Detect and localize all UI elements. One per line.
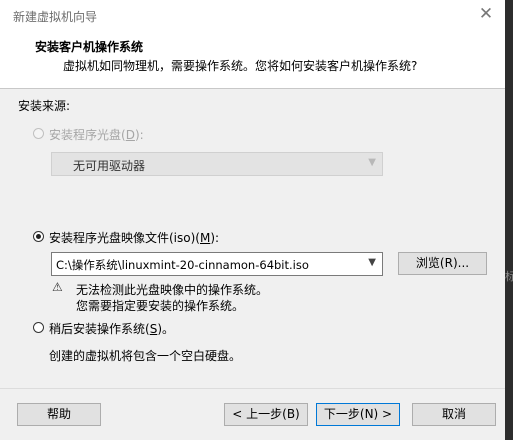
disc-option-label: 安装程序光盘(D): (49, 128, 144, 142)
disc-drive-select[interactable]: 无可用驱动器 ▼ (51, 152, 383, 176)
disc-radio[interactable] (33, 128, 44, 139)
footer-divider (0, 388, 505, 389)
cancel-button[interactable]: 取消 (412, 403, 496, 426)
window-title: 新建虚拟机向导 (13, 10, 98, 24)
close-icon[interactable]: ✕ (477, 5, 495, 23)
back-button[interactable]: < 上一步(B) (224, 403, 308, 426)
next-button[interactable]: 下一步(N) > (316, 403, 400, 426)
iso-radio[interactable] (33, 231, 44, 242)
wizard-header: 安装客户机操作系统 虚拟机如同物理机，需要操作系统。您将如何安装客户机操作系统? (0, 32, 505, 89)
iso-path-value: C:\操作系统\linuxmint-20-cinnamon-64bit.iso (56, 258, 309, 272)
page-subtitle: 虚拟机如同物理机，需要操作系统。您将如何安装客户机操作系统? (63, 59, 418, 73)
help-button[interactable]: 帮助 (17, 403, 101, 426)
warning-triangle-icon: ⚠ (52, 280, 63, 294)
title-bar: 新建虚拟机向导 ✕ (0, 0, 505, 32)
install-later-description: 创建的虚拟机将包含一个空白硬盘。 (49, 349, 242, 363)
page-title: 安装客户机操作系统 (35, 40, 144, 54)
warning-line-1: 无法检测此光盘映像中的操作系统。 (76, 283, 269, 297)
new-vm-wizard-dialog: 新建虚拟机向导 ✕ 安装客户机操作系统 虚拟机如同物理机，需要操作系统。您将如何… (0, 0, 506, 440)
background-window-strip: 标 (505, 0, 513, 440)
chevron-down-icon: ▼ (368, 157, 376, 168)
background-text: 标 (505, 270, 513, 283)
install-later-label: 稍后安装操作系统(S)。 (49, 322, 174, 336)
warning-line-2: 您需要指定要安装的操作系统。 (76, 299, 245, 313)
install-source-label: 安装来源: (18, 99, 71, 113)
install-later-radio[interactable] (33, 322, 44, 333)
iso-option-label: 安装程序光盘映像文件(iso)(M): (49, 231, 220, 245)
chevron-down-icon[interactable]: ▼ (368, 257, 376, 268)
iso-path-combobox[interactable]: C:\操作系统\linuxmint-20-cinnamon-64bit.iso … (51, 252, 383, 276)
disc-drive-value: 无可用驱动器 (73, 159, 146, 173)
browse-button[interactable]: 浏览(R)... (398, 252, 487, 275)
